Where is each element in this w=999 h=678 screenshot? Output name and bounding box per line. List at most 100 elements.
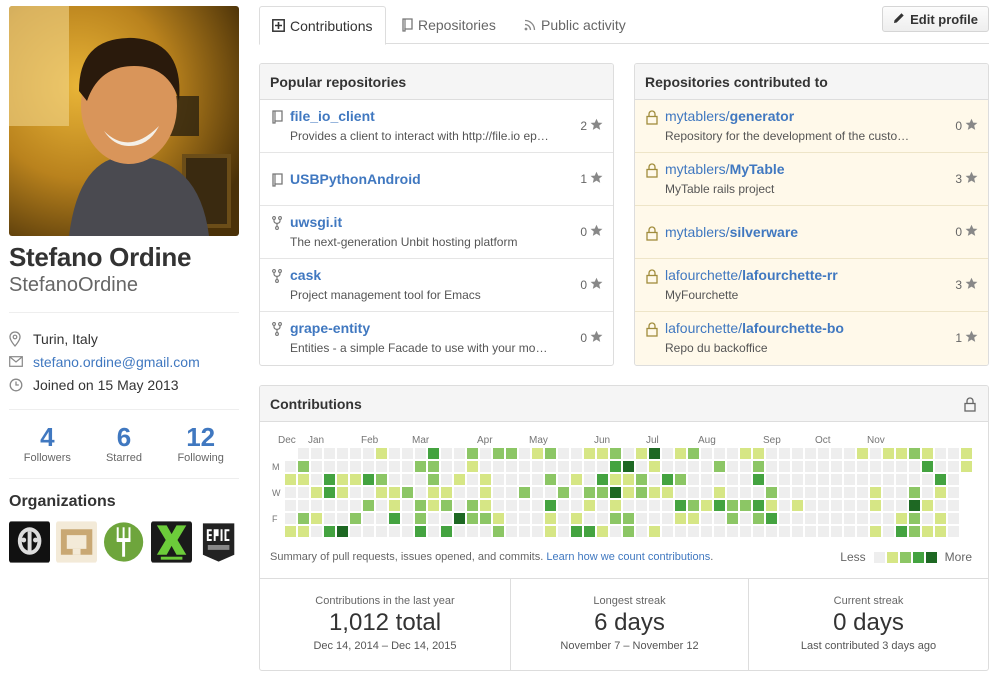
calendar-day[interactable] [831, 474, 842, 485]
calendar-day[interactable] [766, 461, 777, 472]
calendar-day[interactable] [493, 526, 504, 537]
calendar-day[interactable] [662, 474, 673, 485]
edit-profile-button[interactable]: Edit profile [882, 6, 989, 32]
calendar-day[interactable] [545, 461, 556, 472]
calendar-day[interactable] [909, 448, 920, 459]
calendar-day[interactable] [688, 526, 699, 537]
calendar-day[interactable] [636, 474, 647, 485]
repo-item[interactable]: lafourchette/lafourchette-rr MyFourchett… [635, 259, 988, 312]
calendar-day[interactable] [623, 461, 634, 472]
calendar-day[interactable] [519, 487, 530, 498]
calendar-day[interactable] [688, 461, 699, 472]
calendar-day[interactable] [298, 448, 309, 459]
calendar-day[interactable] [714, 461, 725, 472]
calendar-day[interactable] [454, 448, 465, 459]
calendar-day[interactable] [597, 500, 608, 511]
calendar-day[interactable] [389, 448, 400, 459]
repo-name[interactable]: mytablers/generator [665, 108, 794, 124]
calendar-day[interactable] [376, 461, 387, 472]
calendar-day[interactable] [948, 500, 959, 511]
calendar-day[interactable] [558, 487, 569, 498]
calendar-day[interactable] [532, 526, 543, 537]
calendar-day[interactable] [493, 500, 504, 511]
calendar-day[interactable] [662, 500, 673, 511]
repo-name[interactable]: mytablers/MyTable [665, 161, 785, 177]
repo-name[interactable]: lafourchette/lafourchette-bo [665, 320, 844, 336]
calendar-day[interactable] [935, 448, 946, 459]
calendar-day[interactable] [584, 448, 595, 459]
calendar-day[interactable] [454, 526, 465, 537]
calendar-day[interactable] [883, 474, 894, 485]
calendar-day[interactable] [311, 461, 322, 472]
calendar-day[interactable] [337, 513, 348, 524]
calendar-day[interactable] [415, 461, 426, 472]
repo-name[interactable]: USBPythonAndroid [290, 171, 421, 187]
calendar-day[interactable] [610, 474, 621, 485]
calendar-day[interactable] [584, 513, 595, 524]
calendar-day[interactable] [805, 474, 816, 485]
calendar-day[interactable] [779, 448, 790, 459]
calendar-day[interactable] [519, 513, 530, 524]
calendar-day[interactable] [350, 513, 361, 524]
calendar-day[interactable] [662, 513, 673, 524]
org-helmet-icon[interactable] [9, 521, 51, 563]
calendar-day[interactable] [675, 487, 686, 498]
calendar-day[interactable] [740, 487, 751, 498]
calendar-day[interactable] [285, 474, 296, 485]
calendar-day[interactable] [324, 461, 335, 472]
calendar-day[interactable] [961, 461, 972, 472]
calendar-day[interactable] [519, 526, 530, 537]
calendar-day[interactable] [688, 513, 699, 524]
email-link[interactable]: stefano.ordine@gmail.com [33, 354, 200, 370]
calendar-day[interactable] [883, 526, 894, 537]
calendar-day[interactable] [818, 474, 829, 485]
calendar-day[interactable] [779, 500, 790, 511]
calendar-day[interactable] [298, 526, 309, 537]
calendar-day[interactable] [662, 526, 673, 537]
calendar-day[interactable] [532, 461, 543, 472]
calendar-day[interactable] [389, 500, 400, 511]
calendar-day[interactable] [467, 500, 478, 511]
calendar-day[interactable] [779, 487, 790, 498]
calendar-day[interactable] [441, 526, 452, 537]
calendar-day[interactable] [363, 513, 374, 524]
calendar-day[interactable] [623, 474, 634, 485]
calendar-day[interactable] [896, 474, 907, 485]
calendar-day[interactable] [701, 474, 712, 485]
calendar-day[interactable] [285, 500, 296, 511]
calendar-day[interactable] [779, 526, 790, 537]
calendar-day[interactable] [675, 461, 686, 472]
calendar-day[interactable] [675, 513, 686, 524]
calendar-day[interactable] [454, 474, 465, 485]
calendar-day[interactable] [636, 500, 647, 511]
followers-stat[interactable]: 4 Followers [9, 422, 86, 464]
calendar-day[interactable] [753, 500, 764, 511]
calendar-day[interactable] [844, 474, 855, 485]
calendar-day[interactable] [922, 526, 933, 537]
calendar-day[interactable] [844, 487, 855, 498]
calendar-day[interactable] [571, 448, 582, 459]
calendar-day[interactable] [363, 461, 374, 472]
calendar-day[interactable] [532, 448, 543, 459]
calendar-day[interactable] [506, 487, 517, 498]
calendar-day[interactable] [584, 474, 595, 485]
calendar-day[interactable] [857, 461, 868, 472]
calendar-day[interactable] [636, 526, 647, 537]
avatar[interactable] [9, 6, 239, 236]
calendar-day[interactable] [935, 526, 946, 537]
calendar-day[interactable] [857, 487, 868, 498]
calendar-day[interactable] [506, 513, 517, 524]
calendar-day[interactable] [532, 487, 543, 498]
calendar-day[interactable] [519, 474, 530, 485]
calendar-day[interactable] [714, 513, 725, 524]
calendar-day[interactable] [857, 448, 868, 459]
calendar-day[interactable] [467, 461, 478, 472]
repo-item[interactable]: lafourchette/lafourchette-bo Repo du bac… [635, 312, 988, 365]
calendar-day[interactable] [402, 526, 413, 537]
calendar-day[interactable] [818, 526, 829, 537]
calendar-day[interactable] [818, 487, 829, 498]
calendar-day[interactable] [649, 461, 660, 472]
org-xteam-icon[interactable] [150, 521, 192, 563]
repo-item[interactable]: mytablers/generator Repository for the d… [635, 100, 988, 153]
calendar-day[interactable] [935, 474, 946, 485]
